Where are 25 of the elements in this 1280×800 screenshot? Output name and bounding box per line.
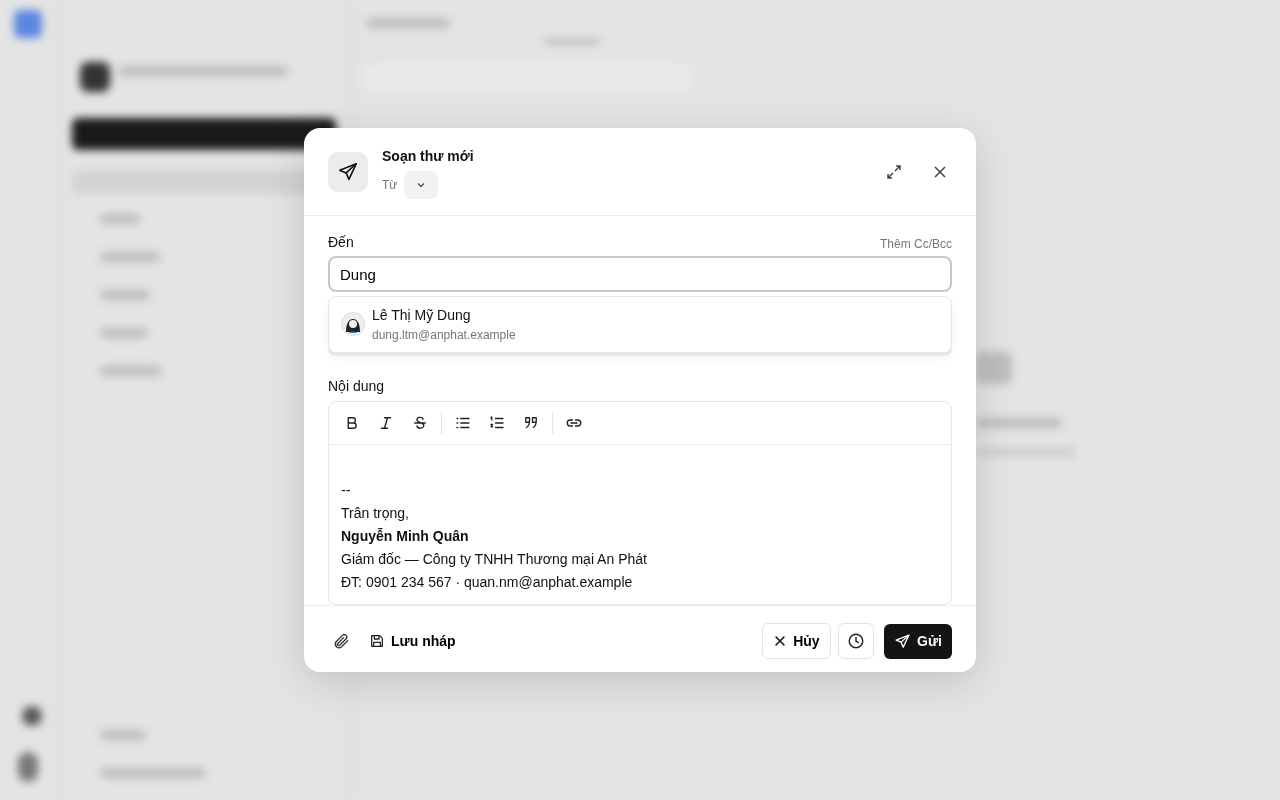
signature-line: -- — [341, 481, 352, 500]
save-icon — [369, 633, 385, 649]
from-label: Từ — [382, 176, 398, 194]
send-button[interactable]: Gửi — [884, 623, 952, 659]
dialog-title: Soạn thư mới — [382, 147, 475, 166]
to-field[interactable]: Dung — [328, 256, 952, 292]
clock-icon — [846, 632, 865, 650]
save-draft-button[interactable]: Lưu nháp — [361, 626, 464, 656]
body-label: Nội dung — [328, 377, 386, 396]
schedule-button[interactable] — [837, 623, 874, 659]
signature-line: Trân trọng, — [341, 504, 410, 523]
signature-line: Giám đốc — Công ty TNHH Thương mại An Phát — [341, 550, 648, 569]
contact-name: Lê Thị Mỹ Dung — [372, 305, 472, 325]
contact-email: dung.ltm@anphat.example — [372, 326, 516, 344]
send-icon — [894, 632, 912, 650]
cancel-button[interactable]: Hủy — [762, 623, 831, 659]
add-cc-bcc-link[interactable]: Thêm Cc/Bcc — [880, 234, 952, 253]
to-label: Đến — [328, 232, 354, 252]
signature-line: Nguyễn Minh Quân — [341, 527, 470, 546]
send-icon — [328, 152, 368, 193]
message-editor[interactable]: -- Trân trọng, Nguyễn Minh Quân Giám đốc — Công ty TNHH Thương mại An Phát ĐT: 0901 234 567 · quan.nm@anphat.example — [328, 401, 952, 605]
signature-line: ĐT: 0901 234 567 · quan.nm@anphat.example — [341, 573, 634, 592]
contact-suggestion[interactable]: Lê Thị Mỹ Dung dung.ltm@anphat.example — [328, 295, 952, 353]
close-icon — [773, 634, 788, 648]
avatar-icon — [341, 312, 365, 336]
